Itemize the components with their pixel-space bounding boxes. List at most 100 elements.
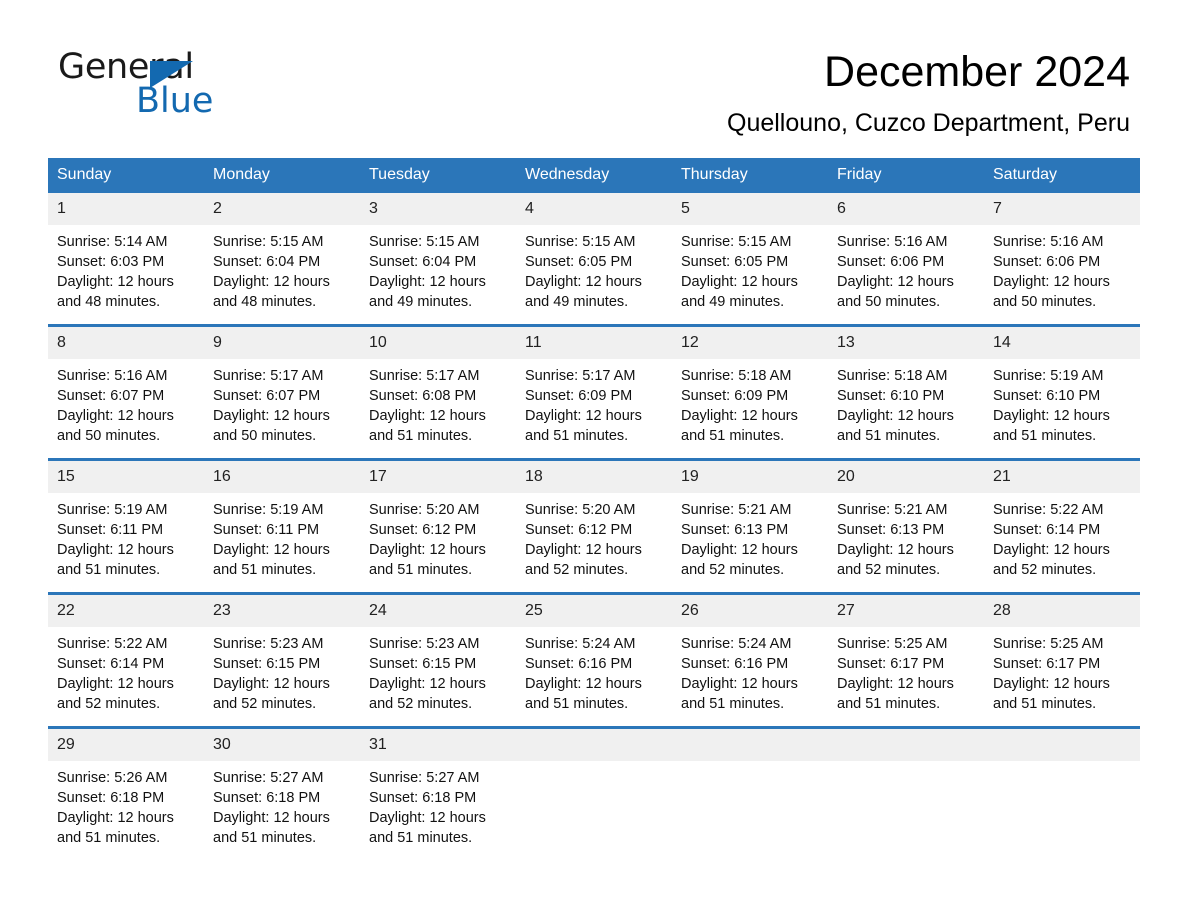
daylight-text-line1: Daylight: 12 hours [993, 274, 1110, 290]
calendar-day-cell[interactable]: 31 Sunrise: 5:27 AM Sunset: 6:18 PM Dayligh… [360, 726, 516, 860]
weekday-header-monday: Monday [204, 158, 360, 193]
day-number: 10 [360, 327, 516, 359]
day-number: 4 [516, 193, 672, 225]
daylight-text-line1: Daylight: 12 hours [369, 408, 486, 424]
sunset-text: Sunset: 6:11 PM [213, 522, 320, 538]
daylight-text-line1: Daylight: 12 hours [213, 676, 330, 692]
day-details: Sunrise: 5:22 AM Sunset: 6:14 PM Daylight:… [984, 493, 1140, 592]
calendar-day-cell[interactable]: 28 Sunrise: 5:25 AM Sunset: 6:17 PM Dayligh… [984, 592, 1140, 728]
daylight-text-line2: and 48 minutes. [57, 294, 161, 310]
sunrise-text: Sunrise: 5:27 AM [213, 770, 324, 786]
sunrise-text: Sunrise: 5:27 AM [369, 770, 480, 786]
day-number: 25 [516, 595, 672, 627]
day-number: 18 [516, 461, 672, 493]
daylight-text-line1: Daylight: 12 hours [525, 542, 642, 558]
sunrise-text: Sunrise: 5:17 AM [213, 368, 324, 384]
day-number: 17 [360, 461, 516, 493]
calendar-day-cell[interactable]: 1 Sunrise: 5:14 AM Sunset: 6:03 PM Daylight… [48, 193, 204, 326]
calendar-day-cell[interactable]: 27 Sunrise: 5:25 AM Sunset: 6:17 PM Dayligh… [828, 592, 984, 728]
calendar-day-cell[interactable]: 4 Sunrise: 5:15 AM Sunset: 6:05 PM Daylight… [516, 193, 672, 326]
daylight-text-line2: and 49 minutes. [525, 294, 629, 310]
daylight-text-line2: and 52 minutes. [837, 562, 941, 578]
day-details: Sunrise: 5:17 AM Sunset: 6:07 PM Daylight:… [204, 359, 360, 458]
daylight-text-line1: Daylight: 12 hours [213, 810, 330, 826]
calendar-day-cell[interactable]: 29 Sunrise: 5:26 AM Sunset: 6:18 PM Dayligh… [48, 726, 204, 860]
sunset-text: Sunset: 6:14 PM [993, 522, 1101, 538]
sunrise-text: Sunrise: 5:17 AM [525, 368, 636, 384]
calendar-day-cell-empty [516, 726, 672, 860]
sunrise-text: Sunrise: 5:23 AM [213, 636, 324, 652]
logo-text-blue: Blue [136, 81, 214, 121]
calendar-day-cell[interactable]: 19 Sunrise: 5:21 AM Sunset: 6:13 PM Dayligh… [672, 458, 828, 594]
daylight-text-line1: Daylight: 12 hours [681, 274, 798, 290]
calendar-day-cell[interactable]: 5 Sunrise: 5:15 AM Sunset: 6:05 PM Daylight… [672, 193, 828, 326]
calendar-day-cell[interactable]: 17 Sunrise: 5:20 AM Sunset: 6:12 PM Dayligh… [360, 458, 516, 594]
daylight-text-line1: Daylight: 12 hours [213, 274, 330, 290]
sunset-text: Sunset: 6:18 PM [213, 790, 321, 806]
daylight-text-line1: Daylight: 12 hours [525, 408, 642, 424]
calendar-day-cell[interactable]: 7 Sunrise: 5:16 AM Sunset: 6:06 PM Daylight… [984, 193, 1140, 326]
day-number: 30 [204, 729, 360, 761]
sunrise-text: Sunrise: 5:26 AM [57, 770, 168, 786]
sunset-text: Sunset: 6:16 PM [681, 656, 789, 672]
daylight-text-line1: Daylight: 12 hours [837, 676, 954, 692]
title-block: December 2024 Quellouno, Cuzco Departmen… [727, 46, 1130, 138]
calendar-day-cell[interactable]: 21 Sunrise: 5:22 AM Sunset: 6:14 PM Dayligh… [984, 458, 1140, 594]
calendar-day-cell[interactable]: 10 Sunrise: 5:17 AM Sunset: 6:08 PM Dayligh… [360, 324, 516, 460]
calendar-day-cell[interactable]: 12 Sunrise: 5:18 AM Sunset: 6:09 PM Dayligh… [672, 324, 828, 460]
calendar-day-cell[interactable]: 3 Sunrise: 5:15 AM Sunset: 6:04 PM Daylight… [360, 193, 516, 326]
day-details: Sunrise: 5:19 AM Sunset: 6:11 PM Daylight:… [204, 493, 360, 592]
calendar-day-cell[interactable]: 2 Sunrise: 5:15 AM Sunset: 6:04 PM Daylight… [204, 193, 360, 326]
calendar-day-cell[interactable]: 14 Sunrise: 5:19 AM Sunset: 6:10 PM Dayligh… [984, 324, 1140, 460]
weekday-header-thursday: Thursday [672, 158, 828, 193]
calendar-day-cell[interactable]: 25 Sunrise: 5:24 AM Sunset: 6:16 PM Dayligh… [516, 592, 672, 728]
calendar-day-cell[interactable]: 16 Sunrise: 5:19 AM Sunset: 6:11 PM Dayligh… [204, 458, 360, 594]
daylight-text-line1: Daylight: 12 hours [681, 542, 798, 558]
day-number: 15 [48, 461, 204, 493]
calendar-day-cell[interactable]: 26 Sunrise: 5:24 AM Sunset: 6:16 PM Dayligh… [672, 592, 828, 728]
weekday-header-saturday: Saturday [984, 158, 1140, 193]
daylight-text-line2: and 51 minutes. [369, 562, 473, 578]
daylight-text-line1: Daylight: 12 hours [369, 542, 486, 558]
sunset-text: Sunset: 6:12 PM [525, 522, 633, 538]
general-blue-logo: General Blue [58, 48, 258, 124]
calendar-week-row: 1 Sunrise: 5:14 AM Sunset: 6:03 PM Daylight… [48, 193, 1140, 326]
calendar-day-cell[interactable]: 22 Sunrise: 5:22 AM Sunset: 6:14 PM Dayligh… [48, 592, 204, 728]
calendar-day-cell[interactable]: 6 Sunrise: 5:16 AM Sunset: 6:06 PM Daylight… [828, 193, 984, 326]
day-details: Sunrise: 5:18 AM Sunset: 6:09 PM Daylight:… [672, 359, 828, 458]
sunrise-text: Sunrise: 5:18 AM [837, 368, 948, 384]
calendar-day-cell[interactable]: 24 Sunrise: 5:23 AM Sunset: 6:15 PM Dayligh… [360, 592, 516, 728]
calendar-day-cell[interactable]: 20 Sunrise: 5:21 AM Sunset: 6:13 PM Dayligh… [828, 458, 984, 594]
calendar-day-cell[interactable]: 13 Sunrise: 5:18 AM Sunset: 6:10 PM Dayligh… [828, 324, 984, 460]
day-number: 14 [984, 327, 1140, 359]
daylight-text-line2: and 51 minutes. [57, 562, 161, 578]
day-details: Sunrise: 5:17 AM Sunset: 6:09 PM Daylight:… [516, 359, 672, 458]
calendar-day-cell[interactable]: 30 Sunrise: 5:27 AM Sunset: 6:18 PM Dayligh… [204, 726, 360, 860]
day-number [984, 729, 1140, 761]
daylight-text-line2: and 50 minutes. [213, 428, 317, 444]
day-number: 8 [48, 327, 204, 359]
calendar-day-cell[interactable]: 18 Sunrise: 5:20 AM Sunset: 6:12 PM Dayligh… [516, 458, 672, 594]
sunrise-text: Sunrise: 5:20 AM [369, 502, 480, 518]
sunset-text: Sunset: 6:04 PM [213, 254, 321, 270]
calendar-day-cell[interactable]: 15 Sunrise: 5:19 AM Sunset: 6:11 PM Dayligh… [48, 458, 204, 594]
daylight-text-line1: Daylight: 12 hours [213, 542, 330, 558]
calendar-day-cell[interactable]: 23 Sunrise: 5:23 AM Sunset: 6:15 PM Dayligh… [204, 592, 360, 728]
day-details: Sunrise: 5:21 AM Sunset: 6:13 PM Daylight:… [672, 493, 828, 592]
day-details: Sunrise: 5:21 AM Sunset: 6:13 PM Daylight:… [828, 493, 984, 592]
sunset-text: Sunset: 6:16 PM [525, 656, 633, 672]
daylight-text-line1: Daylight: 12 hours [993, 542, 1110, 558]
sunrise-text: Sunrise: 5:15 AM [213, 234, 324, 250]
daylight-text-line2: and 51 minutes. [213, 830, 317, 846]
calendar-day-cell[interactable]: 8 Sunrise: 5:16 AM Sunset: 6:07 PM Daylight… [48, 324, 204, 460]
daylight-text-line2: and 51 minutes. [993, 696, 1097, 712]
day-number: 31 [360, 729, 516, 761]
daylight-text-line2: and 51 minutes. [369, 428, 473, 444]
sunset-text: Sunset: 6:08 PM [369, 388, 477, 404]
daylight-text-line2: and 52 minutes. [525, 562, 629, 578]
calendar-day-cell[interactable]: 11 Sunrise: 5:17 AM Sunset: 6:09 PM Dayligh… [516, 324, 672, 460]
daylight-text-line2: and 52 minutes. [369, 696, 473, 712]
calendar-day-cell[interactable]: 9 Sunrise: 5:17 AM Sunset: 6:07 PM Daylight… [204, 324, 360, 460]
daylight-text-line1: Daylight: 12 hours [369, 676, 486, 692]
calendar-day-cell-empty [828, 726, 984, 860]
